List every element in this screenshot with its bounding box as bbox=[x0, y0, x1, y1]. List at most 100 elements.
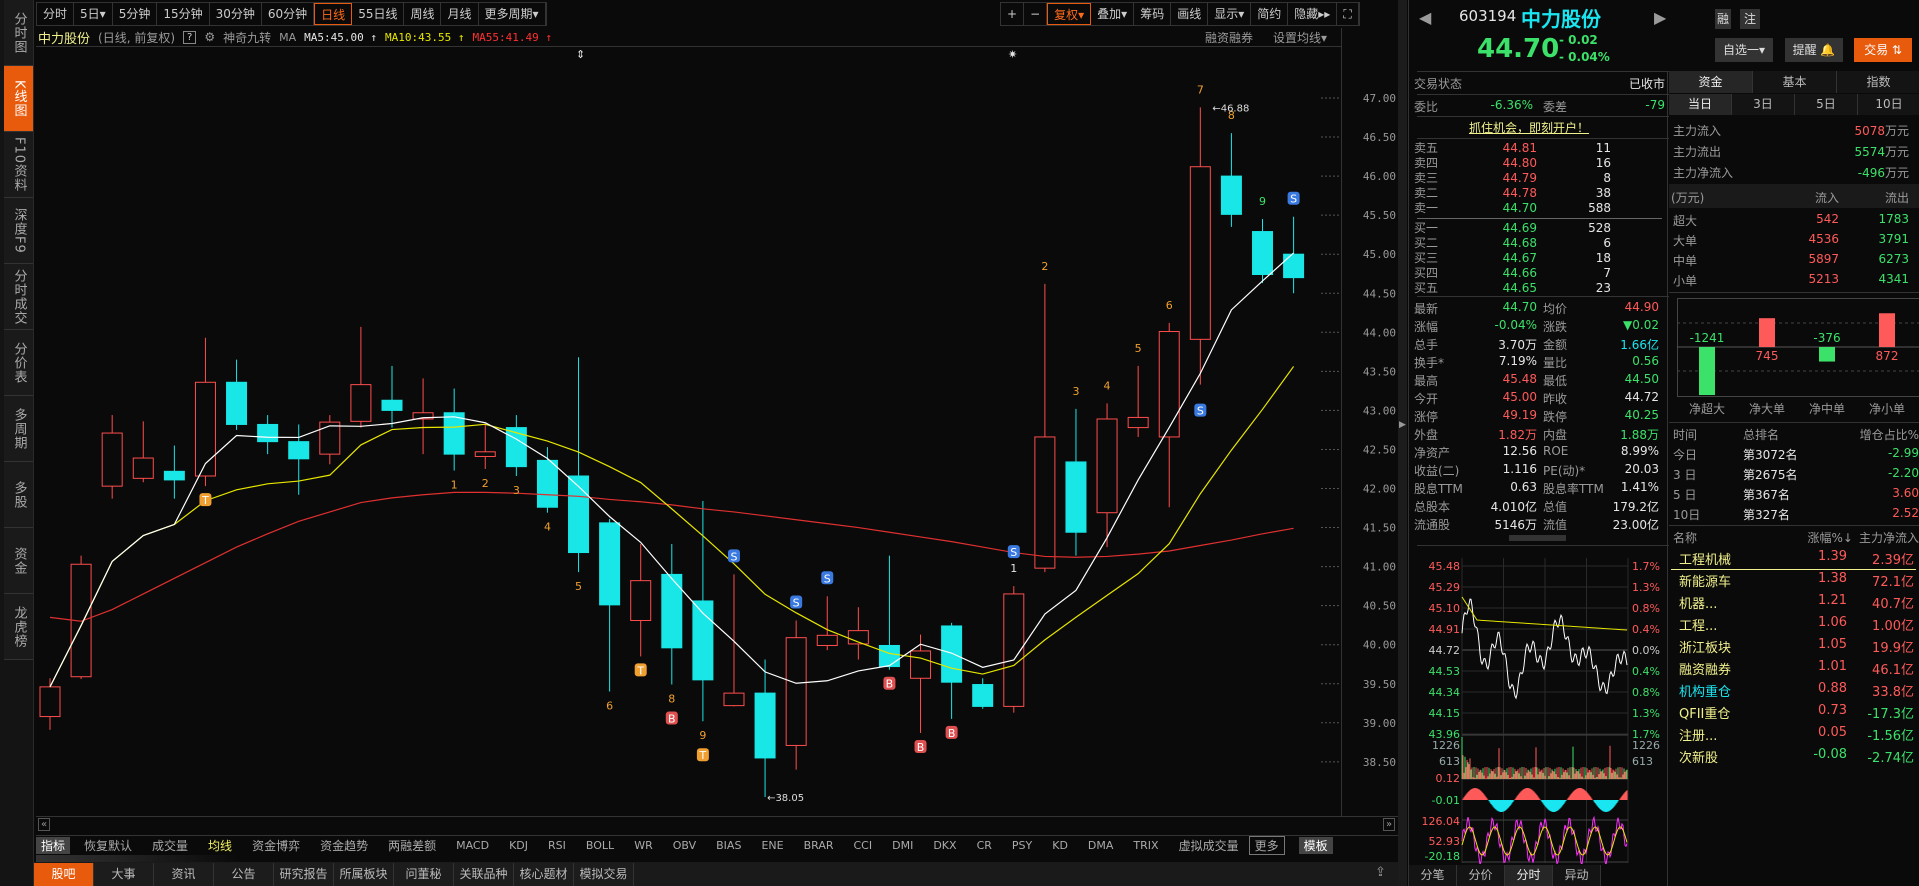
collapse-arrow-icon[interactable]: ▶ bbox=[1399, 420, 1406, 430]
candle-body[interactable] bbox=[288, 441, 310, 460]
candle-body[interactable] bbox=[257, 423, 279, 443]
indicator-item[interactable]: 恢复默认 bbox=[74, 837, 142, 854]
chart-tool-button[interactable]: 复权▾ bbox=[1047, 3, 1092, 25]
candle-body[interactable] bbox=[1065, 461, 1087, 533]
candle-body[interactable] bbox=[878, 644, 900, 668]
bottom-tab[interactable]: 所属板块 bbox=[334, 863, 394, 886]
scroll-left-button[interactable]: « bbox=[38, 818, 51, 831]
sidebar-item[interactable]: 深度F9 bbox=[4, 198, 33, 264]
period-tab[interactable]: 30分钟 bbox=[210, 3, 262, 25]
candle-body[interactable] bbox=[785, 637, 807, 746]
panel-splitter[interactable] bbox=[36, 855, 1398, 862]
bottom-tab[interactable]: 股吧 bbox=[34, 863, 94, 886]
fund-period-tab[interactable]: 3日 bbox=[1732, 94, 1795, 115]
sidebar-item[interactable]: F10资料 bbox=[4, 132, 33, 198]
open-account-banner[interactable]: 抓住机会，即刻开户！ bbox=[1469, 119, 1589, 136]
candle-body[interactable] bbox=[816, 634, 838, 646]
candle-body[interactable] bbox=[1283, 253, 1305, 279]
chart-tool-button[interactable]: 叠加▾ bbox=[1091, 3, 1135, 25]
chart-tool-button[interactable]: 隐藏▸▸ bbox=[1288, 3, 1338, 25]
chart-tool-button[interactable]: 画线 bbox=[1171, 3, 1209, 25]
sidebar-item[interactable]: 龙虎榜 bbox=[4, 594, 33, 660]
candle-body[interactable] bbox=[1158, 331, 1180, 438]
bottom-tab[interactable]: 大事 bbox=[94, 863, 154, 886]
indicator-item[interactable]: DMA bbox=[1078, 839, 1124, 852]
candle-body[interactable] bbox=[599, 522, 621, 606]
sector-name[interactable]: 工程... bbox=[1679, 615, 1717, 634]
candle-body[interactable] bbox=[319, 421, 341, 455]
indicator-item[interactable]: 两融差额 bbox=[378, 837, 446, 854]
fund-tab[interactable]: 资金 bbox=[1669, 71, 1753, 93]
period-tab[interactable]: 5分钟 bbox=[113, 3, 158, 25]
scroll-right-button[interactable]: » bbox=[1383, 818, 1396, 831]
expand-handle[interactable] bbox=[1509, 535, 1566, 541]
margin-trading-link[interactable]: 融资融券 bbox=[1205, 29, 1253, 46]
indicator-item[interactable]: 资金趋势 bbox=[310, 837, 378, 854]
candle-body[interactable] bbox=[474, 451, 496, 457]
candle-body[interactable] bbox=[1034, 436, 1056, 569]
more-indicators-button[interactable]: 更多 bbox=[1248, 836, 1285, 855]
bottom-tab[interactable]: 模拟交易 bbox=[574, 863, 634, 886]
mini-tab[interactable]: 异动 bbox=[1553, 865, 1601, 886]
indicator-item[interactable]: 均线 bbox=[198, 837, 242, 854]
candle-body[interactable] bbox=[754, 692, 776, 759]
candle-body[interactable] bbox=[1252, 231, 1274, 276]
candle-body[interactable] bbox=[132, 457, 154, 479]
sidebar-item[interactable]: K线图 bbox=[4, 66, 33, 132]
candle-body[interactable] bbox=[381, 399, 403, 411]
candle-body[interactable] bbox=[941, 625, 963, 683]
watchlist-dropdown[interactable]: 自选一▾ bbox=[1715, 38, 1773, 62]
sector-name[interactable]: 次新股 bbox=[1679, 747, 1718, 766]
period-tab[interactable]: 15分钟 bbox=[157, 3, 210, 25]
trade-button[interactable]: 交易 ⇅ bbox=[1854, 38, 1912, 62]
indicator-item[interactable]: BIAS bbox=[706, 839, 751, 852]
bottom-tab[interactable]: 关联品种 bbox=[454, 863, 514, 886]
set-ma-dropdown[interactable]: 设置均线▾ bbox=[1273, 29, 1327, 46]
sector-name[interactable]: 融资融券 bbox=[1679, 659, 1731, 678]
period-tab[interactable]: 5日▾ bbox=[74, 3, 113, 25]
candle-body[interactable] bbox=[630, 580, 652, 621]
candle-body[interactable] bbox=[1189, 166, 1211, 340]
chart-tool-button[interactable]: − bbox=[1024, 3, 1048, 25]
candle-body[interactable] bbox=[723, 692, 745, 707]
bottom-tab[interactable]: 资讯 bbox=[154, 863, 214, 886]
bottom-tab[interactable]: 研究报告 bbox=[274, 863, 334, 886]
period-tab[interactable]: 55日线 bbox=[352, 3, 405, 25]
bottom-tab[interactable]: 问董秘 bbox=[394, 863, 454, 886]
indicator-item[interactable]: 虚拟成交量 bbox=[1169, 837, 1249, 854]
sidebar-item[interactable]: 多周期 bbox=[4, 396, 33, 462]
expand-panel-icon[interactable]: ⇪ bbox=[1375, 865, 1386, 880]
fund-period-tab[interactable]: 5日 bbox=[1795, 94, 1858, 115]
period-tab[interactable]: 60分钟 bbox=[262, 3, 315, 25]
chart-tool-button[interactable]: 显示▾ bbox=[1208, 3, 1252, 25]
indicator-item[interactable]: OBV bbox=[663, 839, 706, 852]
sector-name[interactable]: 浙江板块 bbox=[1679, 637, 1731, 656]
candle-body[interactable] bbox=[350, 384, 372, 422]
indicator-item[interactable]: BOLL bbox=[576, 839, 624, 852]
candle-body[interactable] bbox=[505, 427, 527, 468]
fund-tab[interactable]: 基本 bbox=[1753, 71, 1837, 93]
indicator-item[interactable]: BRAR bbox=[794, 839, 844, 852]
sector-name[interactable]: 机器... bbox=[1679, 593, 1717, 612]
sidebar-item[interactable]: 分时成交 bbox=[4, 264, 33, 330]
indicator-item[interactable]: TRIX bbox=[1123, 839, 1168, 852]
candle-body[interactable] bbox=[39, 686, 61, 718]
indicator-name[interactable]: 神奇九转 bbox=[223, 29, 271, 46]
indicator-item[interactable]: CCI bbox=[844, 839, 883, 852]
mini-tab[interactable]: 分时 bbox=[1505, 865, 1553, 886]
chart-tool-button[interactable]: 简约 bbox=[1251, 3, 1289, 25]
chart-tool-button[interactable]: + bbox=[1001, 3, 1025, 25]
candle-body[interactable] bbox=[1220, 175, 1242, 215]
indicator-item[interactable]: DMI bbox=[882, 839, 923, 852]
bottom-tab[interactable]: 核心题材 bbox=[514, 863, 574, 886]
chart-tool-button[interactable]: 筹码 bbox=[1134, 3, 1172, 25]
indicator-item[interactable]: 成交量 bbox=[142, 837, 198, 854]
help-button[interactable]: ? bbox=[183, 30, 197, 44]
sector-name[interactable]: QFII重仓 bbox=[1679, 703, 1730, 722]
bottom-tab[interactable]: 公告 bbox=[214, 863, 274, 886]
fund-tab[interactable]: 指数 bbox=[1837, 71, 1919, 93]
candle-body[interactable] bbox=[536, 459, 558, 508]
fund-period-tab[interactable]: 10日 bbox=[1858, 94, 1919, 115]
panel-scrollbar[interactable]: ▶ bbox=[1398, 0, 1407, 886]
sector-name[interactable]: 机构重仓 bbox=[1679, 681, 1731, 700]
